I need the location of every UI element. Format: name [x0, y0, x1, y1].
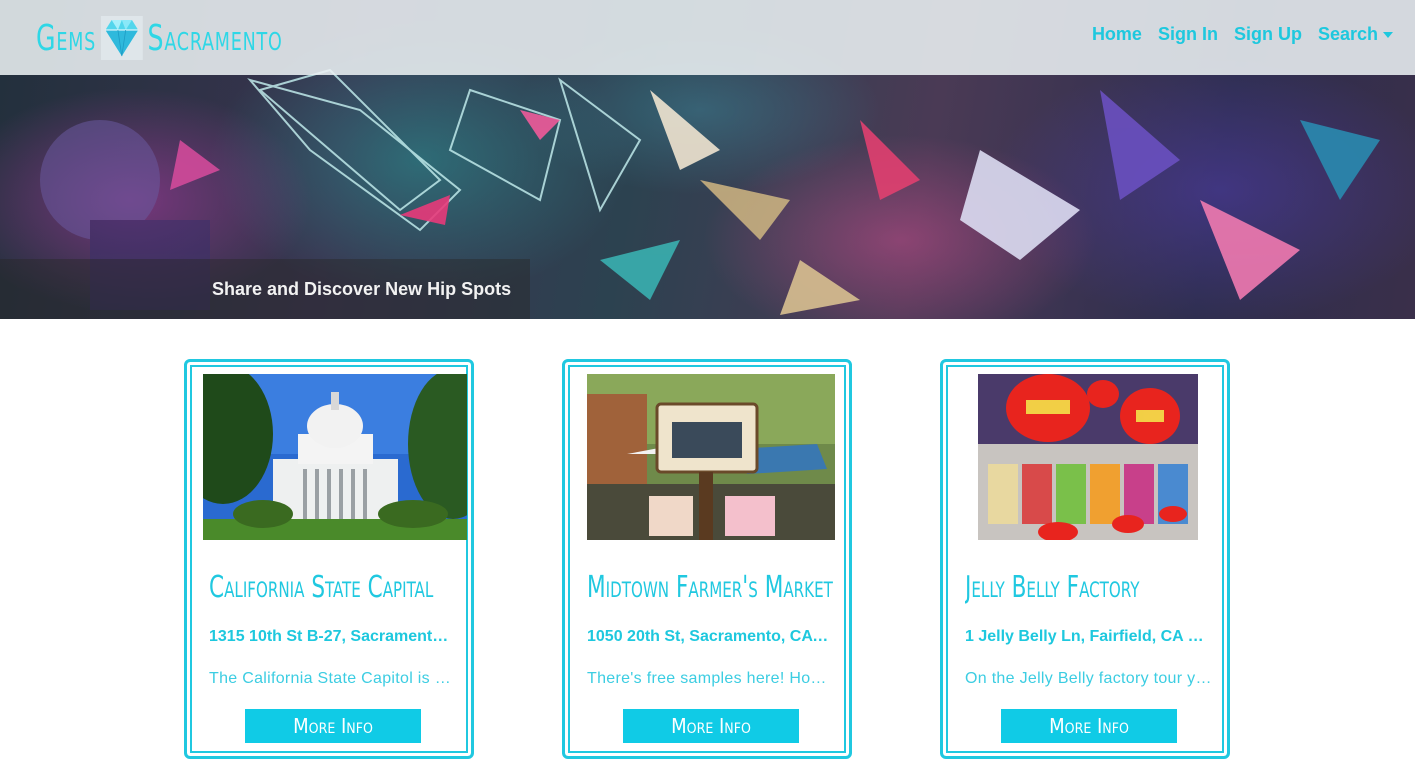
farmers-market-photo [587, 374, 835, 540]
nav-links: Home Sign In Sign Up Search [1092, 24, 1393, 45]
hero-tagline: Share and Discover New Hip Spots [212, 279, 512, 299]
more-info-button[interactable]: More Info [623, 709, 799, 743]
card-address: 1 Jelly Belly Ln, Fairfield, CA 94533 [965, 628, 1210, 645]
more-info-button[interactable]: More Info [1001, 709, 1177, 743]
nav-search-dropdown[interactable]: Search [1318, 24, 1393, 45]
card-description: The California State Capitol is home to … [209, 670, 457, 687]
brand-logo[interactable]: Gems Sacramento [36, 14, 283, 62]
place-card: California State Capital 1315 10th St B-… [184, 359, 474, 759]
more-info-button[interactable]: More Info [245, 709, 421, 743]
card-address: 1050 20th St, Sacramento, CA 95811 [587, 628, 832, 645]
place-card: Midtown Farmer's Market 1050 20th St, Sa… [562, 359, 852, 759]
brand-name-left: Gems [36, 17, 97, 59]
card-title: Midtown Farmer's Market [587, 570, 833, 605]
nav-sign-in[interactable]: Sign In [1158, 24, 1218, 45]
place-card: Jelly Belly Factory 1 Jelly Belly Ln, Fa… [940, 359, 1230, 759]
nav-home[interactable]: Home [1092, 24, 1142, 45]
nav-search-label: Search [1317, 24, 1378, 44]
card-address: 1315 10th St B-27, Sacramento, CA 95814 [209, 628, 454, 645]
jelly-belly-photo [978, 374, 1198, 540]
top-navbar: Gems Sacramento Home Sign In Sign Up Sea… [0, 0, 1415, 75]
card-description: There's free samples here! How awesome i… [587, 670, 835, 687]
card-description: On the Jelly Belly factory tour you can … [965, 670, 1213, 687]
diamond-icon [100, 16, 143, 60]
brand-name-right: Sacramento [147, 17, 283, 59]
nav-sign-up[interactable]: Sign Up [1234, 24, 1302, 45]
card-title: Jelly Belly Factory [965, 570, 1140, 605]
caret-down-icon [1383, 32, 1393, 39]
card-title: California State Capital [209, 570, 434, 605]
hero-tagline-box: Share and Discover New Hip Spots [0, 259, 530, 319]
capitol-photo [203, 374, 467, 540]
